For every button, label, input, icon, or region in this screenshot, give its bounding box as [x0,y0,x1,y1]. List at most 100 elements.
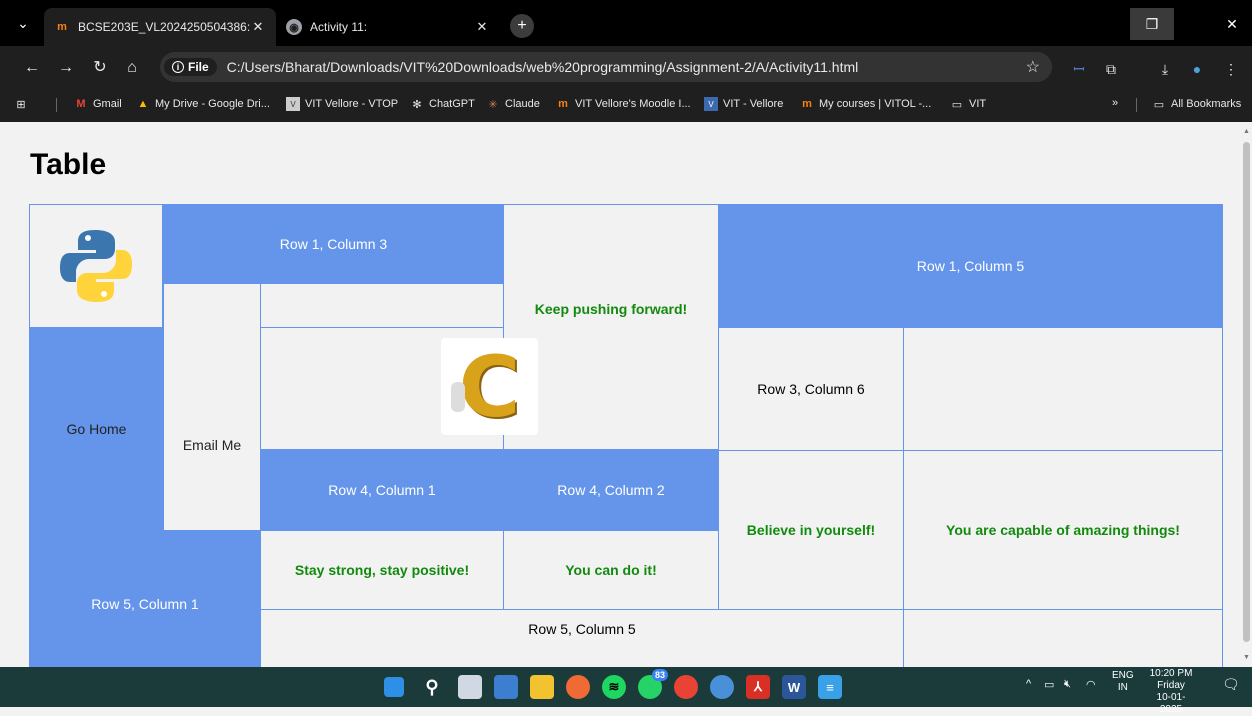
whatsapp-badge: 83 [651,669,668,681]
tab-title: Activity 11: [310,20,368,34]
c-logo-letter: C [458,337,521,436]
scroll-down-icon[interactable]: ▼ [1243,654,1250,661]
c-language-logo-image: C [441,338,538,435]
notifications-icon[interactable]: 🗨︎ [1222,676,1240,693]
notepad-icon[interactable]: ≡ [818,675,842,699]
python-logo-icon [60,230,132,302]
cell-r5c1: Row 5, Column 1 [29,530,261,667]
bookmark-gmail[interactable]: M Gmail [74,97,121,111]
drive-icon: ▲ [137,98,149,110]
bookmark-vtop[interactable]: V VIT Vellore - VTOP [286,97,398,111]
bookmark-vitol[interactable]: m My courses | VITOL -... [800,97,931,111]
bookmark-vit-vellore[interactable]: V VIT - Vellore [704,97,783,111]
bookmarks-separator [1136,98,1137,112]
vertical-scrollbar[interactable]: ▲ ▼ [1240,122,1252,667]
address-bar[interactable]: i File C:/Users/Bharat/Downloads/VIT%20D… [160,52,1052,82]
cell-empty-r3 [903,327,1223,451]
bookmarks-bar: ⊞ M Gmail ▲ My Drive - Google Dri... V V… [0,88,1252,122]
page-content: Table Row 1, Column 3 Keep pushing forwa… [0,122,1240,667]
cell-stay-strong: Stay strong, stay positive! [260,530,504,610]
vtop-icon: V [286,97,300,111]
tab-search-icon[interactable]: ⌄ [14,14,32,32]
cell-r5c5: Row 5, Column 5 [260,609,904,667]
extensions-puzzle-icon[interactable]: ⧉ [1100,58,1122,80]
widgets-icon[interactable] [494,675,518,699]
download-icon[interactable]: ⤓ [1154,58,1176,80]
python-logo-cell [29,204,163,328]
tab-moodle[interactable]: m BCSE203E_VL2024250504386: Assi ✕ [44,8,276,46]
bookmark-star-icon[interactable]: ☆ [1026,57,1040,77]
battery-icon[interactable]: ▭ [1044,678,1054,691]
new-tab-button[interactable]: + [510,14,534,38]
forward-icon[interactable]: → [54,56,78,80]
cell-empty-r2 [260,283,504,328]
search-icon[interactable]: ⚲ [420,675,444,699]
bookmarks-separator [56,98,57,112]
url-text[interactable]: C:/Users/Bharat/Downloads/VIT%20Download… [227,59,859,75]
vit-icon: V [704,97,718,111]
claude-icon: ✳ [488,98,498,111]
close-tab-icon[interactable]: ✕ [250,19,266,35]
folder-icon: ▭ [951,98,963,111]
file-explorer-icon[interactable] [530,675,554,699]
cell-r4c1: Row 4, Column 1 [260,449,504,531]
tab-strip: ⌄ m BCSE203E_VL2024250504386: Assi ✕ ◉ A… [0,0,1252,46]
bookmark-moodle[interactable]: m VIT Vellore's Moodle I... [556,97,691,111]
close-window-icon[interactable]: ✕ [1212,8,1252,40]
chatgpt-icon: ✻ [412,98,422,111]
close-tab-icon[interactable]: ✕ [474,19,490,35]
bookmark-folder-vit[interactable]: ▭ VIT [950,97,986,111]
gmail-icon: M [76,98,86,110]
cell-empty-r5 [903,609,1223,667]
profile-avatar-icon[interactable]: ● [1186,58,1208,80]
start-windows-icon[interactable] [384,677,404,697]
cell-r3c6: Row 3, Column 6 [718,327,904,451]
brave-browser-icon[interactable] [566,675,590,699]
whatsapp-icon[interactable]: 83 [638,669,668,699]
cell-r1c3: Row 1, Column 3 [163,204,504,284]
extension-icon[interactable]: ꟷ [1068,58,1090,80]
figure-icon [451,382,465,412]
windows-taskbar: ⚲ ≋ 83 ⅄ W ≡ ^ ▭ 🔇︎ ◠ ENG IN 10:20 PM Fr… [0,667,1252,715]
bookmark-claude[interactable]: ✳ Claude [486,97,539,111]
globe-icon: ◉ [286,19,302,35]
pdf-reader-icon[interactable]: ⅄ [746,675,770,699]
email-me-link[interactable]: Email Me [163,283,261,531]
restore-icon[interactable]: ❐ [1132,8,1172,40]
apps-grid-icon[interactable]: ⊞ [14,97,28,111]
cell-believe: Believe in yourself! [718,450,904,610]
menu-dots-icon[interactable]: ⋮ [1220,58,1242,80]
more-bookmarks-button[interactable]: » [1112,97,1118,109]
reload-icon[interactable]: ↻ [88,56,112,80]
go-home-link[interactable]: Go Home [29,327,164,531]
volume-muted-icon[interactable]: 🔇︎ [1064,678,1071,691]
info-icon: i [172,61,184,73]
clock[interactable]: 10:20 PM Friday 10-01-2025 [1148,668,1194,716]
language-indicator[interactable]: ENG IN [1112,670,1134,694]
moodle-icon: m [57,21,67,33]
back-icon[interactable]: ← [20,56,44,80]
chrome-icon[interactable] [674,675,698,699]
moodle-icon: m [558,98,568,110]
toolbar: ← → ↻ ⌂ i File C:/Users/Bharat/Downloads… [0,46,1252,88]
cell-you-can: You can do it! [503,530,719,610]
spotify-icon[interactable]: ≋ [602,675,626,699]
bookmark-drive[interactable]: ▲ My Drive - Google Dri... [136,97,270,111]
tab-activity11[interactable]: ◉ Activity 11: ✕ [276,8,500,46]
site-info-chip[interactable]: i File [164,58,217,76]
all-bookmarks-button[interactable]: ▭ All Bookmarks [1152,97,1242,111]
scroll-up-icon[interactable]: ▲ [1243,128,1250,135]
cell-capable: You are capable of amazing things! [903,450,1223,610]
word-icon[interactable]: W [782,675,806,699]
cell-r1c5: Row 1, Column 5 [718,204,1223,328]
browser-chrome: ⌄ m BCSE203E_VL2024250504386: Assi ✕ ◉ A… [0,0,1252,122]
show-hidden-icons[interactable]: ^ [1026,678,1031,690]
wifi-icon[interactable]: ◠ [1086,678,1096,691]
scrollbar-thumb[interactable] [1243,142,1250,642]
folder-icon: ▭ [1153,98,1165,111]
chrome-profile-icon[interactable] [710,675,734,699]
task-view-icon[interactable] [458,675,482,699]
home-icon[interactable]: ⌂ [120,56,144,80]
bookmark-chatgpt[interactable]: ✻ ChatGPT [410,97,474,111]
page-title: Table [30,148,107,181]
